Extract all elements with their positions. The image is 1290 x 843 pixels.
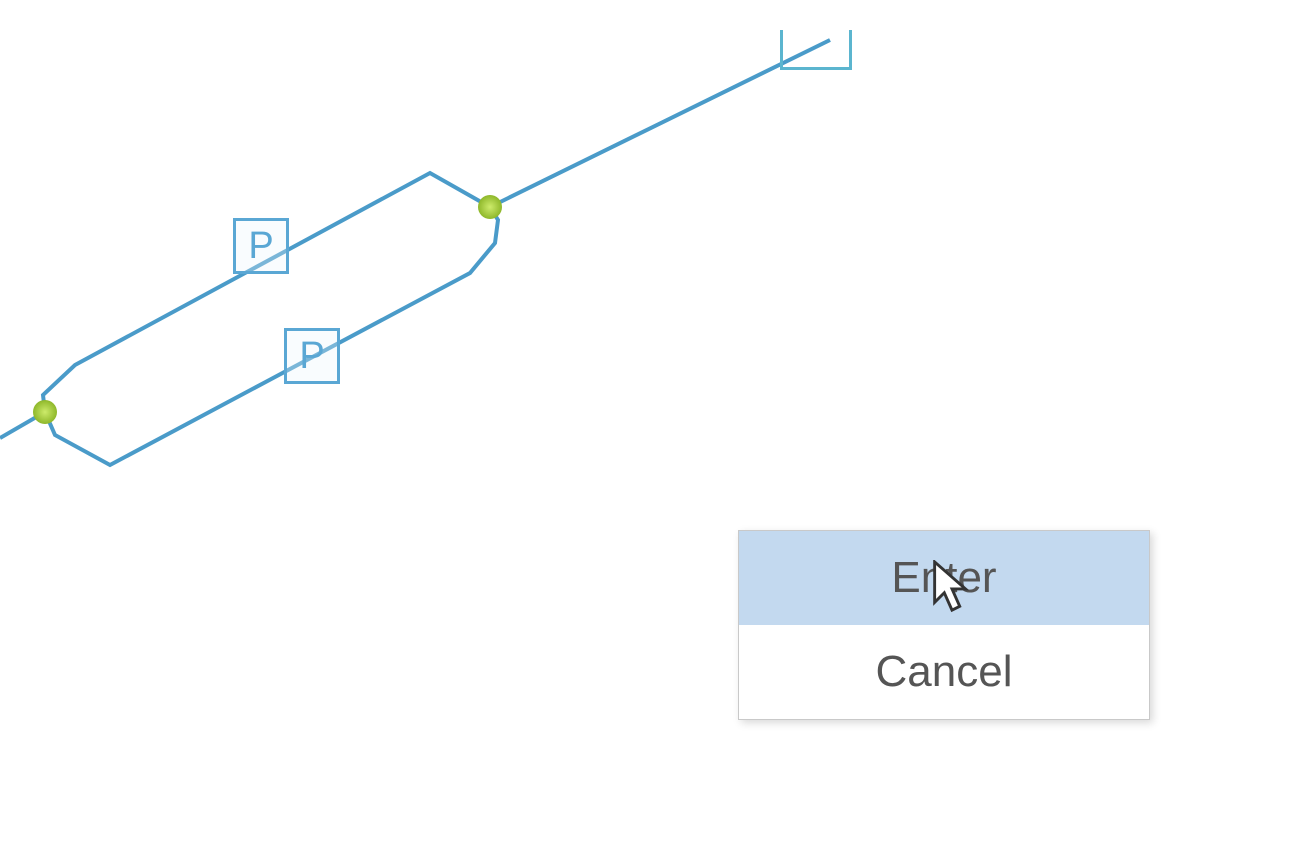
dimension-marker[interactable] xyxy=(780,30,852,70)
sketch-node[interactable] xyxy=(478,195,502,219)
parallel-constraint-icon[interactable]: P xyxy=(233,218,289,274)
sketch-node[interactable] xyxy=(33,400,57,424)
constraint-label: P xyxy=(299,335,324,378)
parallel-constraint-icon[interactable]: P xyxy=(284,328,340,384)
menu-item-enter[interactable]: Enter xyxy=(739,531,1149,625)
constraint-label: P xyxy=(248,225,273,268)
menu-item-label: Cancel xyxy=(876,647,1013,697)
menu-item-label: Enter xyxy=(891,553,996,603)
context-menu: Enter Cancel xyxy=(738,530,1150,720)
menu-item-cancel[interactable]: Cancel xyxy=(739,625,1149,719)
